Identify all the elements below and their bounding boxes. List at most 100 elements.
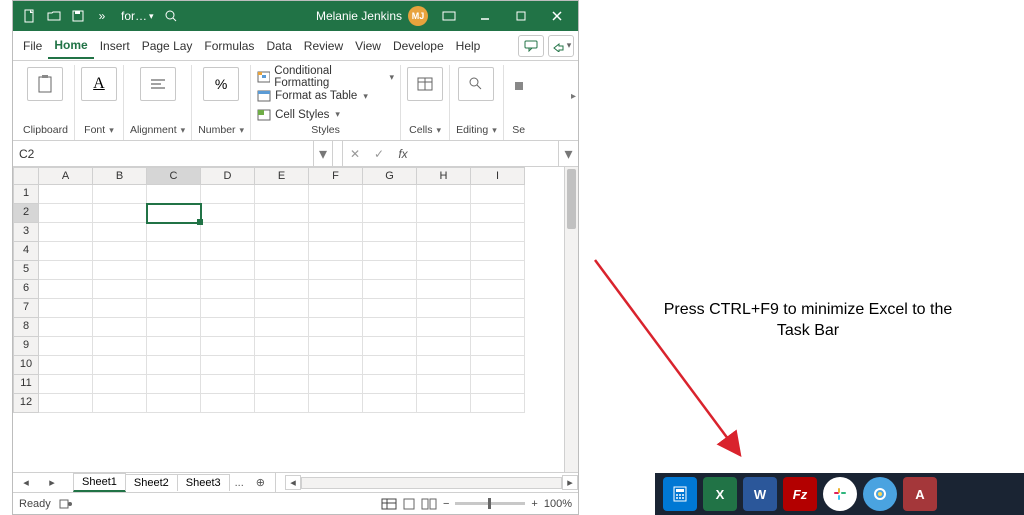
cell[interactable] [39,185,93,204]
cell[interactable] [201,299,255,318]
cell[interactable] [201,375,255,394]
col-header[interactable]: B [93,167,147,185]
cell[interactable] [147,375,201,394]
cell[interactable] [309,394,363,413]
taskbar-filezilla-icon[interactable]: Fz [783,477,817,511]
row-header[interactable]: 8 [13,318,39,337]
cell[interactable] [93,242,147,261]
cell[interactable] [417,337,471,356]
sheet-tab[interactable]: Sheet2 [125,474,178,491]
cell[interactable] [201,223,255,242]
name-box[interactable]: C2 [13,145,313,163]
cell[interactable] [309,337,363,356]
cell[interactable] [39,242,93,261]
cell[interactable] [471,337,525,356]
cell[interactable] [309,261,363,280]
sheet-tab[interactable]: Sheet3 [177,474,230,491]
cell[interactable] [471,185,525,204]
view-page-layout-icon[interactable] [401,498,417,510]
cell[interactable] [471,356,525,375]
cell[interactable] [147,318,201,337]
cell[interactable] [201,242,255,261]
fill-handle[interactable] [197,219,203,225]
view-page-break-icon[interactable] [421,498,437,510]
cell[interactable] [93,261,147,280]
cell[interactable] [255,185,309,204]
cell[interactable] [201,394,255,413]
cell[interactable] [39,223,93,242]
comments-button[interactable] [518,35,544,57]
search-icon[interactable] [160,9,182,23]
cell[interactable] [417,223,471,242]
view-normal-icon[interactable] [381,498,397,510]
cell[interactable] [363,185,417,204]
row-header[interactable]: 1 [13,185,39,204]
editing-button[interactable] [458,67,494,101]
cell[interactable] [147,337,201,356]
avatar[interactable]: MJ [408,6,428,26]
cell[interactable] [39,299,93,318]
cell[interactable] [255,299,309,318]
conditional-formatting-button[interactable]: Conditional Formatting▾ [257,67,394,87]
tab-data[interactable]: Data [260,34,297,58]
filename-dropdown[interactable]: for… ▾ [121,9,154,23]
cell[interactable] [93,185,147,204]
cell[interactable] [471,318,525,337]
close-icon[interactable] [542,5,572,27]
cell[interactable] [93,318,147,337]
new-file-icon[interactable] [19,5,41,27]
cell[interactable] [417,185,471,204]
vertical-scrollbar[interactable] [564,167,578,472]
cell[interactable] [309,204,363,223]
cell[interactable] [363,280,417,299]
cell[interactable] [39,356,93,375]
cell[interactable] [147,394,201,413]
maximize-icon[interactable] [506,5,536,27]
cell[interactable] [471,299,525,318]
cell[interactable] [363,299,417,318]
tab-view[interactable]: View [349,34,387,58]
zoom-slider[interactable] [455,502,525,505]
sheet-next-icon[interactable]: ▸ [39,476,65,489]
cell[interactable] [471,204,525,223]
col-header[interactable]: E [255,167,309,185]
cell[interactable] [255,223,309,242]
cell[interactable] [201,318,255,337]
col-header[interactable]: H [417,167,471,185]
cell[interactable] [363,318,417,337]
new-sheet-icon[interactable]: ⊕ [250,476,271,489]
cell[interactable] [363,261,417,280]
tab-file[interactable]: File [17,34,48,58]
cell[interactable] [201,356,255,375]
cell[interactable] [471,223,525,242]
row-header[interactable]: 4 [13,242,39,261]
cell[interactable] [363,337,417,356]
cell[interactable] [147,356,201,375]
cell[interactable] [417,375,471,394]
cell[interactable] [309,280,363,299]
fx-icon[interactable]: fx [391,141,415,166]
cell[interactable] [255,356,309,375]
cell[interactable] [417,261,471,280]
cell[interactable] [201,261,255,280]
col-header[interactable]: G [363,167,417,185]
alignment-button[interactable] [140,67,176,101]
cell[interactable] [255,394,309,413]
col-header[interactable]: A [39,167,93,185]
cell[interactable] [93,356,147,375]
cell[interactable] [309,223,363,242]
cell[interactable] [39,261,93,280]
cell[interactable] [147,261,201,280]
cell[interactable] [147,280,201,299]
cell[interactable] [93,394,147,413]
enter-formula-icon[interactable]: ✓ [367,141,391,166]
name-box-dropdown-icon[interactable]: ▾ [313,141,333,166]
zoom-in-icon[interactable]: + [531,498,537,510]
cell[interactable] [363,356,417,375]
cell[interactable] [93,299,147,318]
cell-styles-button[interactable]: Cell Styles▾ [257,106,340,125]
cell[interactable] [417,242,471,261]
col-header[interactable]: D [201,167,255,185]
cell[interactable] [363,223,417,242]
macro-record-icon[interactable] [59,498,73,510]
